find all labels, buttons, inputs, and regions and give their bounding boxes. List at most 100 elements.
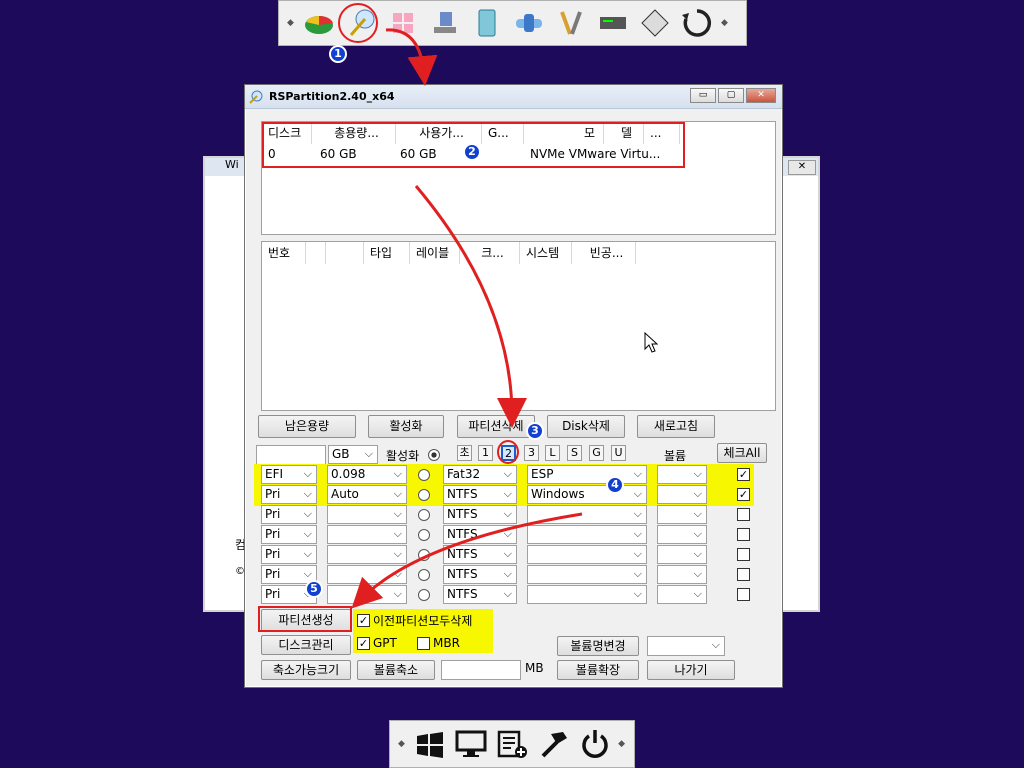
windows-tiles-icon[interactable] <box>385 5 421 41</box>
drive-icon[interactable] <box>595 5 631 41</box>
partition-label-select[interactable] <box>527 545 647 564</box>
partition-type-select[interactable]: EFI <box>261 465 317 484</box>
partition-active-radio[interactable] <box>418 589 430 601</box>
partition-fs-select[interactable]: NTFS <box>443 585 517 604</box>
col-blank1[interactable] <box>306 242 326 264</box>
delete-partition-button[interactable]: 파티션삭제 <box>457 415 535 438</box>
partition-checkbox[interactable] <box>737 568 750 581</box>
list-add-icon[interactable] <box>494 726 529 762</box>
partition-checkbox[interactable]: ✓ <box>737 488 750 501</box>
partition-type-select[interactable]: Pri <box>261 505 317 524</box>
count-button-u[interactable]: U <box>611 445 626 461</box>
partition-active-radio[interactable] <box>418 509 430 521</box>
partition-checkbox[interactable] <box>737 508 750 521</box>
shrink-size-input[interactable] <box>441 660 521 680</box>
partition-fs-select[interactable]: NTFS <box>443 525 517 544</box>
partition-size-select[interactable] <box>327 585 407 604</box>
toolbar-grip[interactable]: ◆ <box>618 739 626 749</box>
col-blank2[interactable] <box>326 242 364 264</box>
partition-label-select[interactable]: Windows <box>527 485 647 504</box>
disk-manage-button[interactable]: 디스크관리 <box>261 635 351 655</box>
partition-active-radio[interactable] <box>418 489 430 501</box>
shrinkable-size-button[interactable]: 축소가능크기 <box>261 660 351 680</box>
partition-fs-select[interactable]: NTFS <box>443 505 517 524</box>
partition-size-select[interactable] <box>327 505 407 524</box>
power-icon[interactable] <box>577 726 612 762</box>
size-input[interactable] <box>256 445 326 465</box>
col-system[interactable]: 시스템 <box>520 242 572 264</box>
active-radio[interactable] <box>428 449 440 461</box>
count-button-s[interactable]: S <box>567 445 582 461</box>
maximize-button[interactable]: ▢ <box>718 88 744 103</box>
col-free[interactable]: 빈공... <box>572 242 636 264</box>
partition-active-radio[interactable] <box>418 529 430 541</box>
pipe-icon[interactable] <box>511 5 547 41</box>
partition-volume-select[interactable] <box>657 585 707 604</box>
volume-extend-button[interactable]: 볼륨확장 <box>557 660 639 680</box>
partition-label-select[interactable] <box>527 565 647 584</box>
activate-button[interactable]: 활성화 <box>368 415 444 438</box>
mbr-checkbox[interactable] <box>417 637 430 650</box>
floppy-icon[interactable] <box>637 5 673 41</box>
pie-chart-icon[interactable] <box>301 5 337 41</box>
partition-type-select[interactable]: Pri <box>261 525 317 544</box>
partition-checkbox[interactable] <box>737 548 750 561</box>
partition-volume-select[interactable] <box>657 525 707 544</box>
partition-fs-select[interactable]: NTFS <box>443 545 517 564</box>
gpt-checkbox[interactable]: ✓ <box>357 637 370 650</box>
toolbar-grip[interactable]: ◆ <box>398 739 406 749</box>
delete-disk-button[interactable]: Disk삭제 <box>547 415 625 438</box>
close-button[interactable]: ✕ <box>746 88 776 103</box>
col-type[interactable]: 타입 <box>364 242 410 264</box>
windows-flag-icon[interactable] <box>412 726 447 762</box>
partition-size-select[interactable]: 0.098 <box>327 465 407 484</box>
monitor-icon[interactable] <box>453 726 488 762</box>
partition-label-select[interactable] <box>527 585 647 604</box>
partition-active-radio[interactable] <box>418 569 430 581</box>
partition-size-select[interactable] <box>327 545 407 564</box>
exit-button[interactable]: 나가기 <box>647 660 735 680</box>
check-all-button[interactable]: 체크All <box>717 443 767 463</box>
network-icon[interactable] <box>427 5 463 41</box>
partition-volume-select[interactable] <box>657 465 707 484</box>
partition-type-select[interactable]: Pri <box>261 485 317 504</box>
partition-volume-select[interactable] <box>657 565 707 584</box>
partition-size-select[interactable] <box>327 565 407 584</box>
tools-icon[interactable] <box>553 5 589 41</box>
count-button-3[interactable]: 3 <box>524 445 539 461</box>
partition-volume-select[interactable] <box>657 545 707 564</box>
partition-label-select[interactable]: ESP <box>527 465 647 484</box>
unit-select[interactable]: GB <box>328 445 378 464</box>
partition-size-select[interactable] <box>327 525 407 544</box>
count-button-g[interactable]: G <box>589 445 604 461</box>
refresh-button[interactable]: 새로고침 <box>637 415 715 438</box>
col-label[interactable]: 레이블 <box>410 242 460 264</box>
volume-shrink-button[interactable]: 볼륨축소 <box>357 660 435 680</box>
count-button-l[interactable]: L <box>545 445 560 461</box>
count-button-1[interactable]: 1 <box>478 445 493 461</box>
partition-active-radio[interactable] <box>418 469 430 481</box>
bg-close-button[interactable]: ✕ <box>788 160 816 175</box>
partition-size-select[interactable]: Auto <box>327 485 407 504</box>
toolbar-grip[interactable]: ◆ <box>721 18 729 28</box>
partition-active-radio[interactable] <box>418 549 430 561</box>
delete-all-prev-checkbox[interactable]: ✓ <box>357 614 370 627</box>
partition-fs-select[interactable]: Fat32 <box>443 465 517 484</box>
volume-name-select[interactable] <box>647 636 725 656</box>
col-number[interactable]: 번호 <box>262 242 306 264</box>
book-icon[interactable] <box>469 5 505 41</box>
partition-checkbox[interactable] <box>737 528 750 541</box>
toolbar-grip[interactable]: ◆ <box>287 18 295 28</box>
partition-type-select[interactable]: Pri <box>261 545 317 564</box>
partition-list[interactable]: 번호 타입 레이블 크... 시스템 빈공... <box>261 241 776 411</box>
partition-checkbox[interactable] <box>737 588 750 601</box>
partition-fs-select[interactable]: NTFS <box>443 565 517 584</box>
partition-volume-select[interactable] <box>657 505 707 524</box>
minimize-button[interactable]: ▭ <box>690 88 716 103</box>
partition-label-select[interactable] <box>527 525 647 544</box>
col-size[interactable]: 크... <box>460 242 520 264</box>
partition-volume-select[interactable] <box>657 485 707 504</box>
partition-fs-select[interactable]: NTFS <box>443 485 517 504</box>
rename-volume-button[interactable]: 볼륨명변경 <box>557 636 639 656</box>
free-space-button[interactable]: 남은용량 <box>258 415 356 438</box>
